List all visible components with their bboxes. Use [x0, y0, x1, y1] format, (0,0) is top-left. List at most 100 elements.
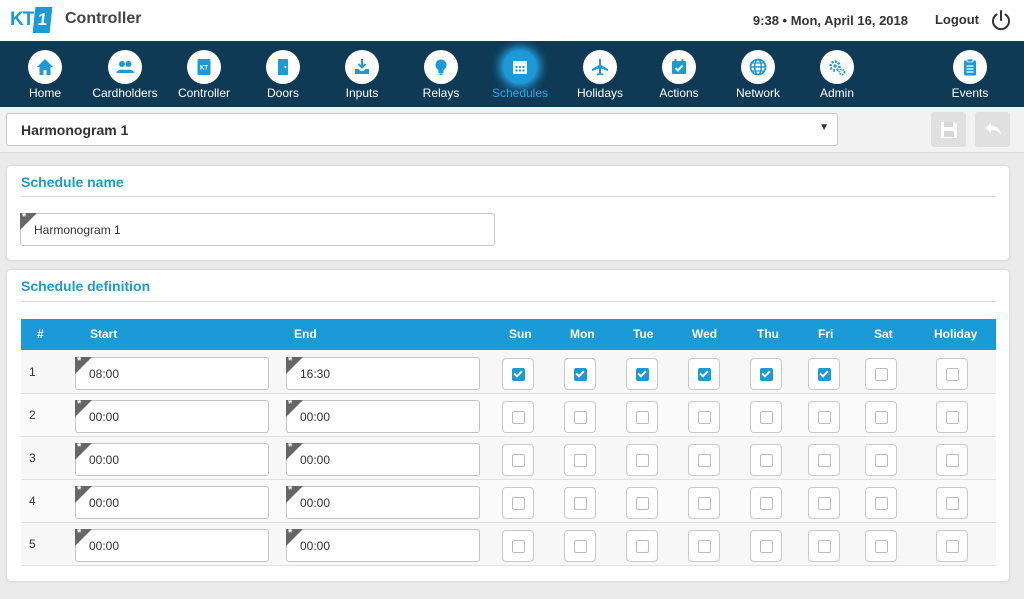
mon-checkbox[interactable]: [564, 530, 596, 562]
checkbox-square: [817, 496, 831, 510]
holiday-checkbox[interactable]: [936, 487, 968, 519]
wed-checkbox[interactable]: [688, 444, 720, 476]
col-number: #: [37, 327, 44, 341]
app-title: Controller: [65, 10, 142, 27]
checkbox-square: [759, 496, 773, 510]
required-star-icon: *: [288, 441, 293, 453]
save-button[interactable]: [931, 112, 966, 147]
tue-checkbox[interactable]: [626, 530, 658, 562]
sun-checkbox[interactable]: [502, 444, 534, 476]
nav-inputs[interactable]: Inputs: [325, 41, 399, 107]
wed-checkbox[interactable]: [688, 401, 720, 433]
required-star-icon: *: [77, 355, 82, 367]
required-star-icon: *: [288, 484, 293, 496]
holiday-checkbox[interactable]: [936, 358, 968, 390]
holiday-checkbox[interactable]: [936, 530, 968, 562]
wed-checkbox[interactable]: [688, 487, 720, 519]
nav-holidays[interactable]: Holidays: [563, 41, 637, 107]
tue-checkbox[interactable]: [626, 487, 658, 519]
thu-checkbox[interactable]: [750, 401, 782, 433]
nav-schedules[interactable]: Schedules: [483, 41, 557, 107]
start-time-input[interactable]: * 00:00: [75, 484, 269, 519]
sat-checkbox[interactable]: [865, 530, 897, 562]
thu-checkbox[interactable]: [750, 444, 782, 476]
schedule-definition-panel: Schedule definition # Start End Sun Mon …: [7, 270, 1009, 581]
nav-doors[interactable]: Doors: [246, 41, 320, 107]
start-time-input[interactable]: * 00:00: [75, 398, 269, 433]
nav-relays[interactable]: Relays: [404, 41, 478, 107]
end-time-input[interactable]: * 00:00: [286, 484, 480, 519]
sat-checkbox[interactable]: [865, 487, 897, 519]
nav-controller[interactable]: KT Controller: [167, 41, 241, 107]
col-start: Start: [90, 327, 118, 341]
fri-checkbox[interactable]: [808, 530, 840, 562]
schedule-select[interactable]: Harmonogram 1 ▼: [6, 113, 838, 146]
undo-button[interactable]: [975, 112, 1010, 147]
checkbox-square: [874, 410, 888, 424]
col-tue: Tue: [633, 327, 654, 341]
fri-checkbox[interactable]: [808, 401, 840, 433]
logo-number: 1: [32, 7, 53, 33]
thu-checkbox[interactable]: [750, 530, 782, 562]
gears-icon: [820, 50, 854, 84]
end-time-input[interactable]: * 16:30: [286, 355, 480, 390]
nav-doors-label: Doors: [266, 86, 299, 100]
mon-checkbox[interactable]: [564, 487, 596, 519]
thu-checkbox[interactable]: [750, 358, 782, 390]
checkbox-square: [759, 539, 773, 553]
holiday-checkbox[interactable]: [936, 401, 968, 433]
start-time-value: 00:00: [89, 538, 120, 553]
power-icon[interactable]: [990, 9, 1012, 31]
sat-checkbox[interactable]: [865, 444, 897, 476]
nav-relays-label: Relays: [422, 86, 460, 100]
required-star-icon: *: [22, 211, 27, 223]
nav-home-label: Home: [28, 86, 61, 100]
tue-checkbox[interactable]: [626, 401, 658, 433]
checkmark-icon: [817, 367, 831, 381]
start-time-input[interactable]: * 00:00: [75, 441, 269, 476]
end-time-value: 16:30: [300, 366, 331, 381]
nav-admin[interactable]: Admin: [800, 41, 874, 107]
nav-actions[interactable]: Actions: [642, 41, 716, 107]
end-time-value: 00:00: [300, 538, 331, 553]
fri-checkbox[interactable]: [808, 444, 840, 476]
end-time-input[interactable]: * 00:00: [286, 527, 480, 562]
tue-checkbox[interactable]: [626, 358, 658, 390]
wed-checkbox[interactable]: [688, 358, 720, 390]
nav-network[interactable]: Network: [721, 41, 795, 107]
checkbox-square: [573, 496, 587, 510]
mon-checkbox[interactable]: [564, 401, 596, 433]
checkbox-square: [635, 496, 649, 510]
thu-checkbox[interactable]: [750, 487, 782, 519]
col-mon: Mon: [570, 327, 595, 341]
table-row: 3 * 00:00 * 00:00: [21, 437, 996, 480]
sun-checkbox[interactable]: [502, 487, 534, 519]
nav-events-label: Events: [951, 86, 989, 100]
start-time-input[interactable]: * 00:00: [75, 527, 269, 562]
schedule-name-input[interactable]: * Harmonogram 1: [20, 211, 495, 246]
logout-link[interactable]: Logout: [935, 12, 979, 27]
end-time-input[interactable]: * 00:00: [286, 398, 480, 433]
nav-controller-label: Controller: [177, 86, 231, 100]
sun-checkbox[interactable]: [502, 358, 534, 390]
mon-checkbox[interactable]: [564, 358, 596, 390]
nav-events[interactable]: Events: [933, 41, 1007, 107]
sat-checkbox[interactable]: [865, 401, 897, 433]
nav-cardholders[interactable]: Cardholders: [88, 41, 162, 107]
sun-checkbox[interactable]: [502, 530, 534, 562]
fri-checkbox[interactable]: [808, 487, 840, 519]
start-time-input[interactable]: * 08:00: [75, 355, 269, 390]
tue-checkbox[interactable]: [626, 444, 658, 476]
start-time-value: 00:00: [89, 409, 120, 424]
wed-checkbox[interactable]: [688, 530, 720, 562]
checkmark-icon: [635, 367, 649, 381]
sun-checkbox[interactable]: [502, 401, 534, 433]
checkbox-square: [511, 539, 525, 553]
nav-home[interactable]: Home: [8, 41, 82, 107]
end-time-input[interactable]: * 00:00: [286, 441, 480, 476]
holiday-checkbox[interactable]: [936, 444, 968, 476]
fri-checkbox[interactable]: [808, 358, 840, 390]
globe-icon: [741, 50, 775, 84]
sat-checkbox[interactable]: [865, 358, 897, 390]
mon-checkbox[interactable]: [564, 444, 596, 476]
